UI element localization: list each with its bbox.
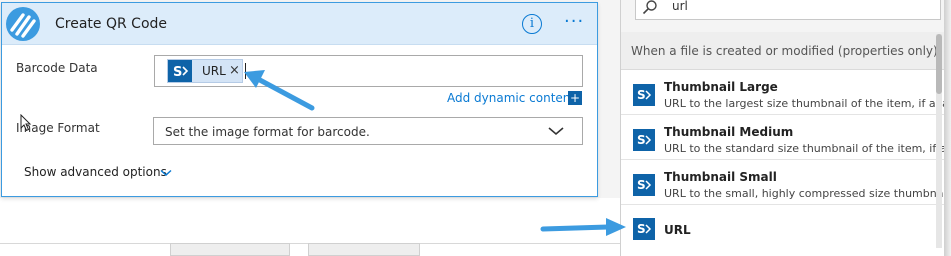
remove-token-icon[interactable]: ×: [229, 63, 240, 78]
chevron-down-icon[interactable]: [160, 166, 172, 180]
search-icon: [642, 0, 658, 18]
card-header[interactable]: Create QR Code i ···: [2, 3, 597, 45]
chevron-down-icon: [548, 125, 564, 140]
svg-text:S: S: [637, 178, 646, 192]
pane-scrollbar[interactable]: [936, 34, 942, 248]
list-item-title: Thumbnail Large: [664, 80, 778, 94]
search-value: url: [672, 0, 688, 13]
more-options-icon[interactable]: ···: [564, 13, 584, 31]
list-item-thumbnail-large[interactable]: S Thumbnail Large URL to the largest siz…: [621, 71, 951, 115]
svg-text:S: S: [173, 65, 182, 80]
list-item-title: Thumbnail Small: [664, 170, 777, 184]
list-item-description: URL to the largest size thumbnail of the…: [664, 97, 951, 110]
barcode-data-label: Barcode Data: [16, 61, 98, 75]
list-item-title: URL: [664, 223, 691, 237]
mouse-cursor-icon: [20, 113, 32, 135]
window-edge-shadow: [944, 0, 951, 256]
sharepoint-icon: S: [633, 218, 655, 240]
search-area: url: [621, 0, 945, 32]
card-title: Create QR Code: [55, 16, 168, 32]
add-dynamic-content-link[interactable]: Add dynamic content: [447, 91, 575, 105]
list-item-thumbnail-small[interactable]: S Thumbnail Small URL to the small, high…: [621, 161, 951, 205]
list-item-description: URL to the small, highly compressed size…: [664, 187, 951, 200]
url-token-label: URL: [202, 64, 226, 78]
image-format-select[interactable]: Set the image format for barcode.: [153, 117, 583, 145]
scrollbar-thumb[interactable]: [936, 34, 942, 94]
dynamic-content-pane: url When a file is created or modified (…: [620, 0, 951, 256]
text-caret: [245, 63, 246, 79]
barcode-data-input[interactable]: S URL ×: [154, 55, 583, 87]
group-header: When a file is created or modified (prop…: [621, 32, 945, 70]
svg-text:S: S: [637, 222, 646, 236]
svg-text:S: S: [637, 133, 646, 147]
list-item-title: Thumbnail Medium: [664, 125, 794, 139]
create-qr-code-card: Create QR Code i ··· Barcode Data S URL …: [1, 2, 598, 197]
group-header-label: When a file is created or modified (prop…: [631, 44, 938, 58]
list-item-url[interactable]: S URL: [621, 206, 945, 252]
show-advanced-options-toggle[interactable]: Show advanced options: [24, 165, 167, 179]
sharepoint-icon: S: [168, 60, 192, 82]
list-item-description: URL to the standard size thumbnail of th…: [664, 142, 951, 155]
info-icon[interactable]: i: [522, 14, 542, 34]
canvas-next-step-box: [308, 243, 420, 256]
search-input[interactable]: url: [635, 0, 941, 20]
sharepoint-icon: S: [633, 174, 655, 196]
sharepoint-icon: S: [633, 84, 655, 106]
url-token[interactable]: S URL ×: [167, 59, 243, 83]
list-item-thumbnail-medium[interactable]: S Thumbnail Medium URL to the standard s…: [621, 116, 951, 160]
connector-logo-icon: [6, 7, 40, 41]
svg-text:S: S: [637, 88, 646, 102]
image-format-placeholder: Set the image format for barcode.: [165, 125, 370, 139]
canvas-next-step-box: [170, 243, 290, 256]
sharepoint-icon: S: [633, 129, 655, 151]
add-dynamic-content-plus-icon[interactable]: +: [568, 91, 582, 105]
